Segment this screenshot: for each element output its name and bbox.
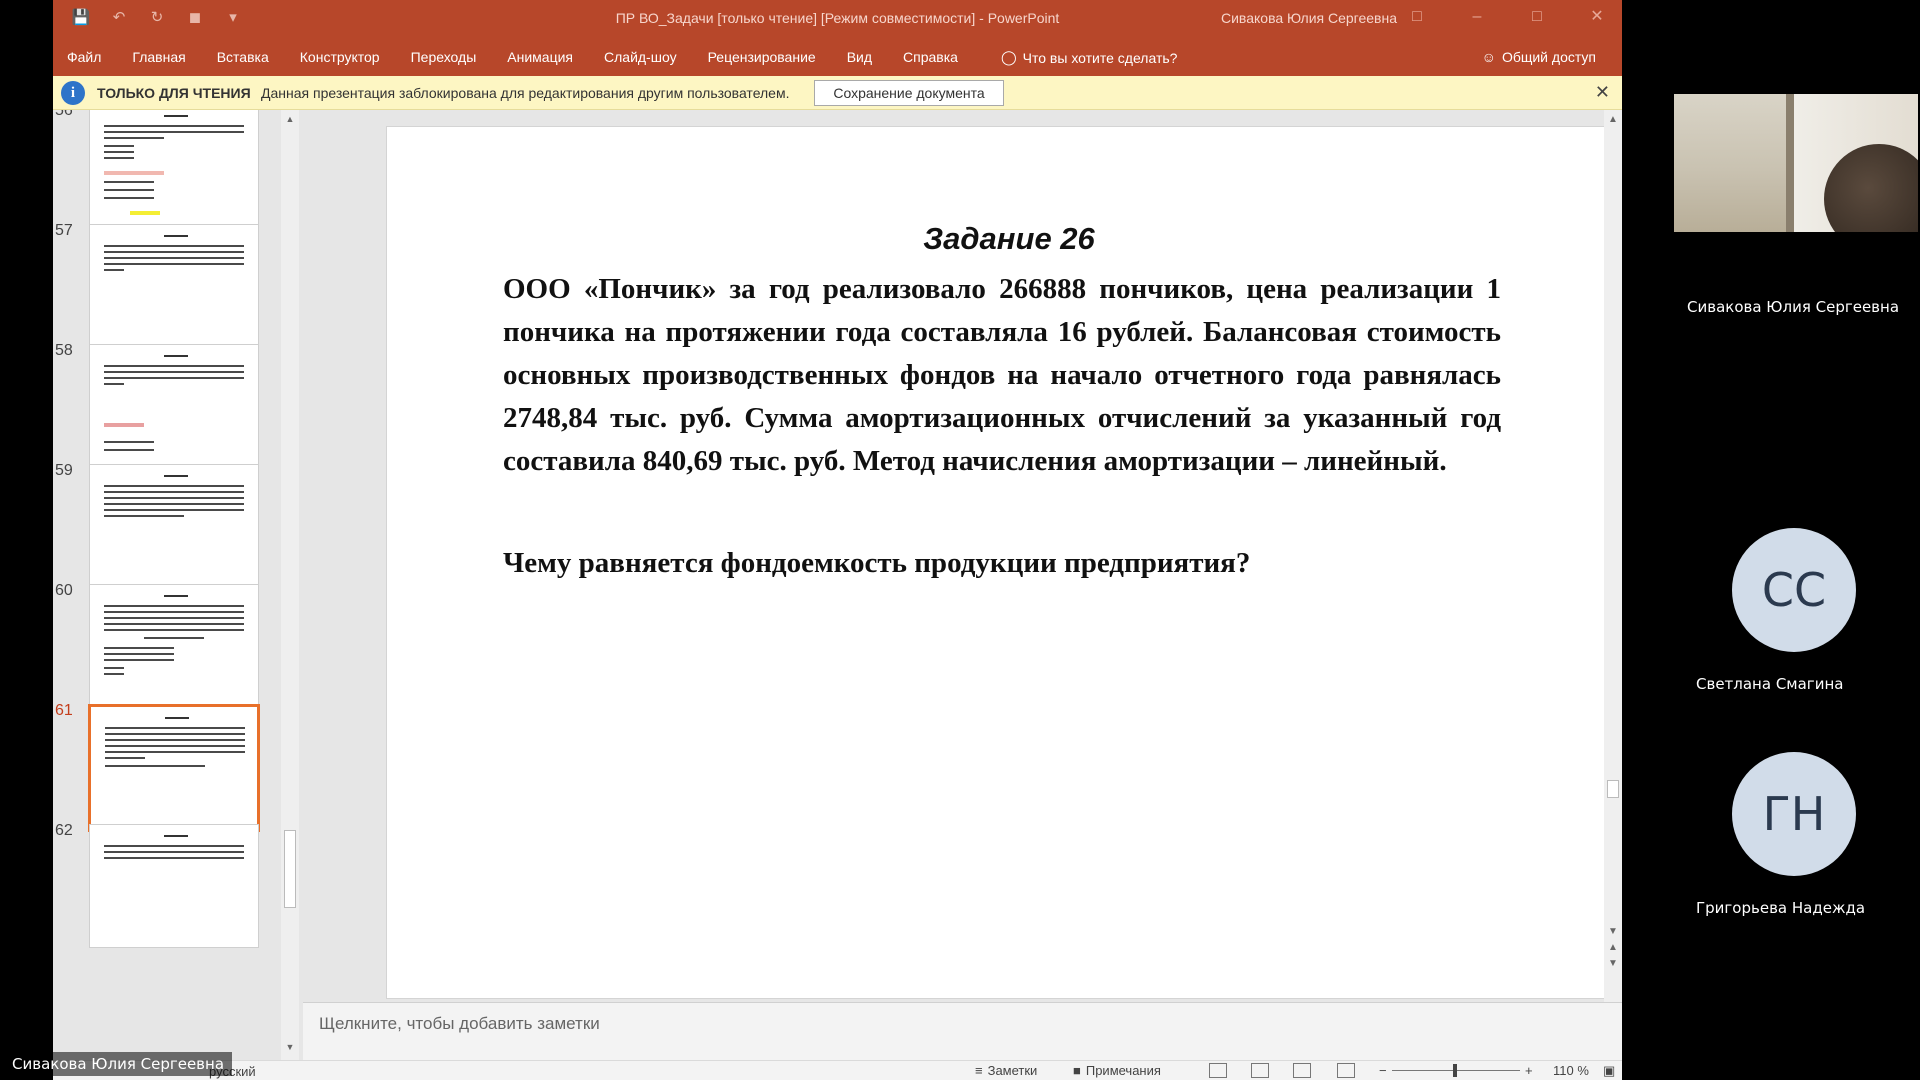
scrollbar-thumb[interactable] xyxy=(284,830,296,908)
scroll-down-icon[interactable]: ▼ xyxy=(284,1042,296,1054)
tab-design[interactable]: Конструктор xyxy=(300,49,380,65)
participant-name: Сивакова Юлия Сергеевна xyxy=(1687,298,1900,316)
tell-me-label: Что вы хотите сделать? xyxy=(1022,49,1178,66)
slide-number: 62 xyxy=(55,822,73,839)
tab-view[interactable]: Вид xyxy=(847,49,872,65)
thumbnail-preview xyxy=(89,464,259,588)
presenter-name-label: Сивакова Юлия Сергеевна xyxy=(0,1052,233,1076)
thumbnail-preview xyxy=(89,110,259,228)
fit-to-window-icon[interactable]: ▣ xyxy=(1603,1063,1615,1079)
avatar: ГН xyxy=(1732,752,1856,876)
tab-home[interactable]: Главная xyxy=(132,49,185,65)
ribbon-display-options-icon[interactable]: □ xyxy=(1406,6,1428,28)
notes-icon: ≡ xyxy=(975,1063,983,1078)
scroll-down-icon[interactable]: ▼ xyxy=(1608,926,1618,937)
tab-slide-show[interactable]: Слайд-шоу xyxy=(604,49,677,65)
zoom-out-icon[interactable]: − xyxy=(1379,1063,1387,1078)
powerpoint-window: 💾 ↶ ↻ ◼ ▾ ПР ВО_Задачи [только чтение] [… xyxy=(53,0,1622,1080)
thumbnail-preview xyxy=(89,584,259,708)
info-icon: i xyxy=(61,81,85,105)
notes-pane[interactable]: Щелкните, чтобы добавить заметки xyxy=(303,1002,1622,1060)
thumbnail-preview xyxy=(89,344,259,468)
notes-toggle-label: Заметки xyxy=(987,1063,1038,1078)
scroll-up-icon[interactable]: ▲ xyxy=(1608,114,1618,125)
notes-toggle-button[interactable]: ≡ Заметки xyxy=(975,1063,1037,1078)
slide-number: 61 xyxy=(55,702,73,719)
slide-thumbnail-pane: 56 57 58 59 60 61 62 xyxy=(53,110,299,1062)
lightbulb-icon: ◯ xyxy=(1001,49,1017,65)
background-frame xyxy=(1786,94,1794,232)
participant-name: Григорьева Надежда xyxy=(1696,899,1866,917)
tab-transitions[interactable]: Переходы xyxy=(411,49,477,65)
save-document-button[interactable]: Сохранение документа xyxy=(814,80,1004,106)
maximize-icon[interactable]: □ xyxy=(1526,6,1548,28)
slide-number: 59 xyxy=(55,462,73,479)
notes-placeholder: Щелкните, чтобы добавить заметки xyxy=(319,1014,600,1033)
infobar-heading: ТОЛЬКО ДЛЯ ЧТЕНИЯ xyxy=(97,85,251,101)
ribbon-tabs: Файл Главная Вставка Конструктор Переход… xyxy=(67,49,989,65)
participants-panel: Сивакова Юлия Сергеевна СС Светлана Смаг… xyxy=(1622,0,1920,1080)
tab-insert[interactable]: Вставка xyxy=(217,49,269,65)
thumbnail-scrollbar[interactable]: ▲ ▼ xyxy=(281,110,299,1062)
tab-file[interactable]: Файл xyxy=(67,49,101,65)
thumbnail-preview xyxy=(89,224,259,348)
reading-view-icon[interactable] xyxy=(1293,1063,1311,1078)
zoom-in-icon[interactable]: + xyxy=(1525,1063,1533,1078)
slide-sorter-icon[interactable] xyxy=(1251,1063,1269,1078)
slide-thumbnail[interactable]: 62 xyxy=(53,822,299,970)
slide-number: 58 xyxy=(55,342,73,359)
slide-question-text[interactable]: Чему равняется фондоемкость продукции пр… xyxy=(503,547,1501,580)
previous-slide-icon[interactable]: ▲ xyxy=(1608,942,1618,953)
participant-name: Светлана Смагина xyxy=(1696,675,1844,693)
slide-body-text[interactable]: ООО «Пончик» за год реализовало 266888 п… xyxy=(503,268,1501,483)
tell-me-box[interactable]: ◯ Что вы хотите сделать? xyxy=(1001,49,1177,66)
next-slide-icon[interactable]: ▼ xyxy=(1608,958,1618,969)
slide-number: 56 xyxy=(55,110,73,119)
slide-editor: Задание 26 ООО «Пончик» за год реализова… xyxy=(303,110,1622,1002)
slide-show-icon[interactable] xyxy=(1337,1063,1355,1078)
zoom-level[interactable]: 110 % xyxy=(1553,1063,1589,1078)
slide-number: 57 xyxy=(55,222,73,239)
comments-button[interactable]: ■ Примечания xyxy=(1073,1063,1161,1078)
screen: 💾 ↶ ↻ ◼ ▾ ПР ВО_Задачи [только чтение] [… xyxy=(0,0,1920,1080)
ribbon: Файл Главная Вставка Конструктор Переход… xyxy=(53,38,1622,76)
share-button[interactable]: ☺ Общий доступ xyxy=(1482,49,1596,65)
scrollbar-thumb[interactable] xyxy=(1607,780,1619,798)
thumbnail-preview xyxy=(88,704,260,832)
tab-animations[interactable]: Анимация xyxy=(507,49,573,65)
person-icon: ☺ xyxy=(1481,49,1496,65)
slide-number: 60 xyxy=(55,582,73,599)
close-icon[interactable]: ✕ xyxy=(1586,6,1608,28)
avatar: СС xyxy=(1732,528,1856,652)
close-infobar-icon[interactable]: ✕ xyxy=(1595,82,1610,103)
normal-view-icon[interactable] xyxy=(1209,1063,1227,1078)
status-bar: русский ≡ Заметки ■ Примечания − + 110 %… xyxy=(53,1060,1622,1080)
slide-title[interactable]: Задание 26 xyxy=(387,221,1622,257)
tab-review[interactable]: Рецензирование xyxy=(708,49,816,65)
comments-label: Примечания xyxy=(1085,1063,1161,1078)
window-controls: □ – □ ✕ xyxy=(1406,6,1608,28)
infobar-message: Данная презентация заблокирована для ред… xyxy=(261,85,790,101)
comment-icon: ■ xyxy=(1073,1063,1081,1078)
tab-help[interactable]: Справка xyxy=(903,49,958,65)
minimize-icon[interactable]: – xyxy=(1466,6,1488,28)
slide-scrollbar[interactable]: ▲ ▼ ▲ ▼ xyxy=(1604,110,1622,1002)
title-bar: 💾 ↶ ↻ ◼ ▾ ПР ВО_Задачи [только чтение] [… xyxy=(53,0,1622,38)
participant-video xyxy=(1674,94,1918,232)
slide-canvas[interactable]: Задание 26 ООО «Пончик» за год реализова… xyxy=(386,126,1622,999)
scroll-up-icon[interactable]: ▲ xyxy=(284,114,296,126)
thumbnail-preview xyxy=(89,824,259,948)
zoom-slider-knob[interactable] xyxy=(1453,1064,1457,1077)
read-only-infobar: i ТОЛЬКО ДЛЯ ЧТЕНИЯ Данная презентация з… xyxy=(53,76,1622,110)
share-label: Общий доступ xyxy=(1501,49,1596,65)
signed-in-user[interactable]: Сивакова Юлия Сергеевна xyxy=(1221,10,1397,26)
